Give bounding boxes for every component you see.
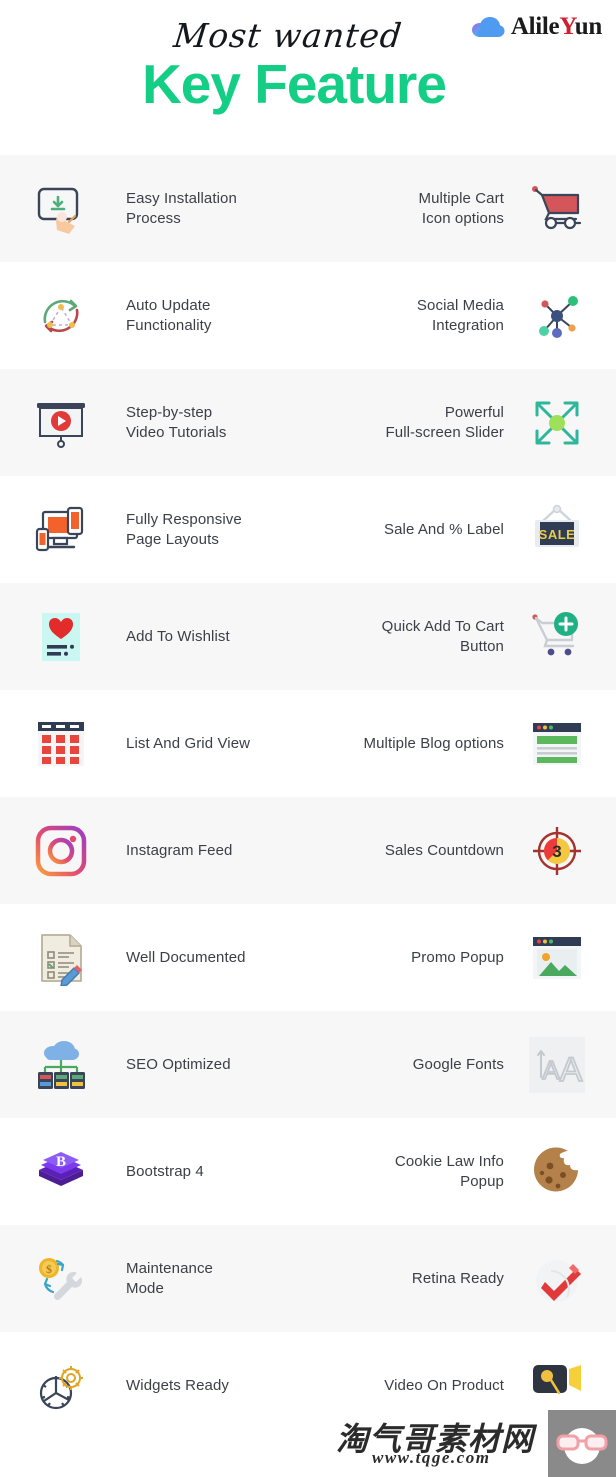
feature-item-right[interactable]: Powerful Full-screen Slider [308,392,616,454]
feature-row: Step-by-step Video Tutorials Powerful Full-… [0,369,616,476]
svg-text:B: B [56,1154,66,1170]
add-to-cart-icon [526,606,588,668]
feature-label: Step-by-step Video Tutorials [126,403,227,441]
feature-row: $ Maintenance Mode Retina Ready [0,1225,616,1332]
install-tap-icon [30,178,92,240]
shopping-cart-icon [526,178,588,240]
grid-view-icon [30,713,92,775]
feature-item-right[interactable]: Sale And % Label SALE [308,499,616,561]
feature-item-right[interactable]: Cookie Law Info Popup [308,1141,616,1203]
watermark-url: www.tqge.com [372,1448,491,1467]
feature-label: Widgets Ready [126,1376,230,1394]
feature-row: Add To Wishlist Quick Add To Cart Button [0,583,616,690]
feature-row: B Bootstrap 4 Cookie Law Info Popup [0,1118,616,1225]
page-header: AlileYun Most wanted Key Feature [0,0,616,155]
feature-label: Quick Add To Cart Button [381,617,504,655]
feature-item-left[interactable]: Well Documented [0,927,308,989]
red-check-icon [526,1248,588,1310]
feature-item-left[interactable]: Instagram Feed [0,820,308,882]
feature-label: Sale And % Label [383,520,504,538]
feature-item-left[interactable]: Widgets Ready [0,1355,308,1417]
feature-item-left[interactable]: $ Maintenance Mode [0,1248,308,1310]
feature-label: Maintenance Mode [126,1259,213,1297]
popup-image-icon [526,927,588,989]
gear-widget-icon [30,1355,92,1417]
subtitle-script: Most wanted [171,16,405,55]
feature-item-right[interactable]: Multiple Cart Icon options [308,178,616,240]
font-size-icon: AA [526,1034,588,1096]
feature-item-right[interactable]: Google Fonts A A [308,1034,616,1096]
feature-item-left[interactable]: Add To Wishlist [0,606,308,668]
wishlist-heart-icon [30,606,92,668]
feature-label: Cookie Law Info Popup [394,1152,504,1190]
auto-update-icon [30,285,92,347]
feature-item-left[interactable]: B Bootstrap 4 [0,1141,308,1203]
feature-item-right[interactable]: Multiple Blog options [308,713,616,775]
blog-layout-icon [526,713,588,775]
countdown-target-icon: 3 [526,820,588,882]
feature-row: SEO Optimized Google Fonts A A [0,1011,616,1118]
feature-label: Multiple Cart Icon options [418,189,504,227]
feature-item-left[interactable]: Auto Update Functionality [0,285,308,347]
social-network-icon [526,285,588,347]
feature-item-right[interactable]: Retina Ready [308,1248,616,1310]
feature-label: Google Fonts [412,1055,504,1073]
feature-row: Instagram Feed Sales Countdown 3 [0,797,616,904]
feature-row: Auto Update Functionality Social Media Inte… [0,262,616,369]
feature-label: Social Media Integration [416,296,504,334]
feature-rows: Easy Installation Process Multiple Cart Ico… [0,155,616,1439]
feature-label: Promo Popup [411,948,504,966]
feature-label: Auto Update Functionality [126,296,212,334]
feature-item-left[interactable]: Fully Responsive Page Layouts [0,499,308,561]
feature-label: Easy Installation Process [126,189,237,227]
feature-item-right[interactable]: Video On Product [308,1355,616,1417]
video-tutorial-icon [30,392,92,454]
feature-row: Well Documented Promo Popup [0,904,616,1011]
svg-text:$: $ [46,1262,52,1276]
feature-item-left[interactable]: Step-by-step Video Tutorials [0,392,308,454]
feature-label: Bootstrap 4 [126,1162,204,1180]
feature-label: List And Grid View [126,734,251,752]
feature-label: Multiple Blog options [363,734,504,752]
responsive-devices-icon [30,499,92,561]
feature-label: Video On Product [384,1376,504,1394]
feature-item-right[interactable]: Promo Popup [308,927,616,989]
feature-label: Instagram Feed [126,841,233,859]
document-pencil-icon [30,927,92,989]
instagram-icon [30,820,92,882]
video-product-icon [526,1355,588,1417]
feature-label: Retina Ready [411,1269,504,1287]
feature-item-left[interactable]: SEO Optimized [0,1034,308,1096]
feature-item-right[interactable]: Sales Countdown 3 [308,820,616,882]
svg-text:3: 3 [552,842,561,861]
feature-label: Add To Wishlist [126,627,230,645]
feature-label: Powerful Full-screen Slider [385,403,504,441]
key-feature-page: AlileYun Most wanted Key Feature Easy In… [0,0,616,1477]
svg-text:A: A [542,1055,560,1085]
feature-label: Well Documented [126,948,246,966]
feature-row: Widgets Ready Video On Product [0,1332,616,1439]
cookie-icon [526,1141,588,1203]
fullscreen-expand-icon [526,392,588,454]
feature-row: Easy Installation Process Multiple Cart Ico… [0,155,616,262]
cloud-servers-icon [30,1034,92,1096]
svg-text:A: A [560,1051,583,1089]
bootstrap-icon: B [30,1141,92,1203]
feature-label: Fully Responsive Page Layouts [126,510,242,548]
feature-item-right[interactable]: Quick Add To Cart Button [308,606,616,668]
coin-wrench-icon: $ [30,1248,92,1310]
feature-row: List And Grid View Multiple Blog options [0,690,616,797]
feature-item-left[interactable]: List And Grid View [0,713,308,775]
feature-label: SEO Optimized [126,1055,231,1073]
feature-label: Sales Countdown [384,841,504,859]
page-title: Key Feature [142,53,447,115]
sale-sign-icon: SALE [526,499,588,561]
feature-item-right[interactable]: Social Media Integration [308,285,616,347]
svg-text:SALE: SALE [539,527,576,542]
feature-item-left[interactable]: Easy Installation Process [0,178,308,240]
feature-row: Fully Responsive Page Layouts Sale And % L… [0,476,616,583]
